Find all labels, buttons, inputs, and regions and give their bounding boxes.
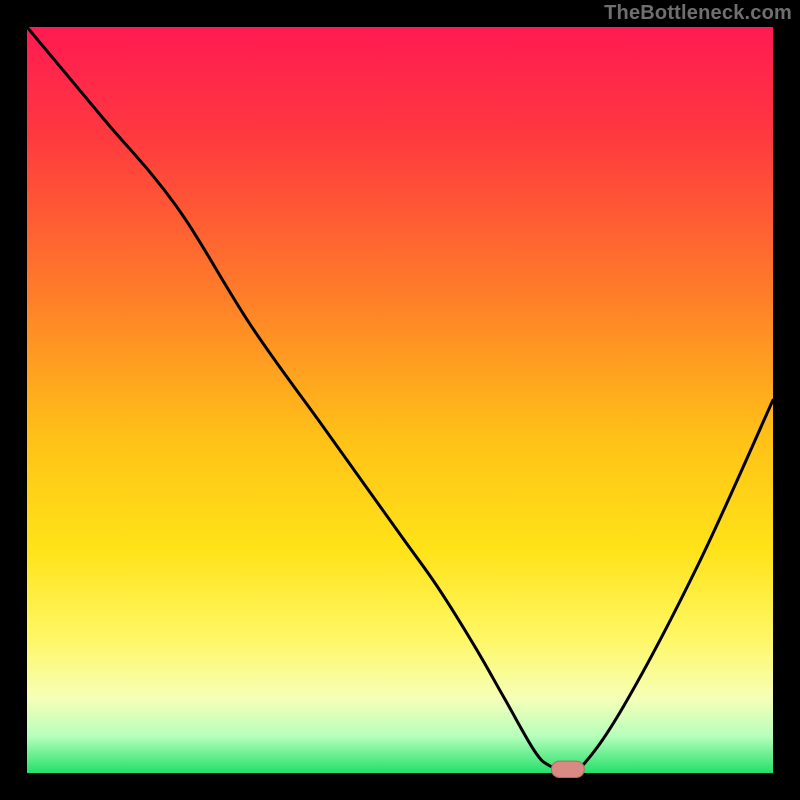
- optimal-marker: [551, 761, 584, 777]
- chart-stage: TheBottleneck.com: [0, 0, 800, 800]
- attribution-label: TheBottleneck.com: [604, 2, 792, 25]
- bottleneck-chart: [0, 0, 800, 800]
- plot-background: [27, 27, 773, 773]
